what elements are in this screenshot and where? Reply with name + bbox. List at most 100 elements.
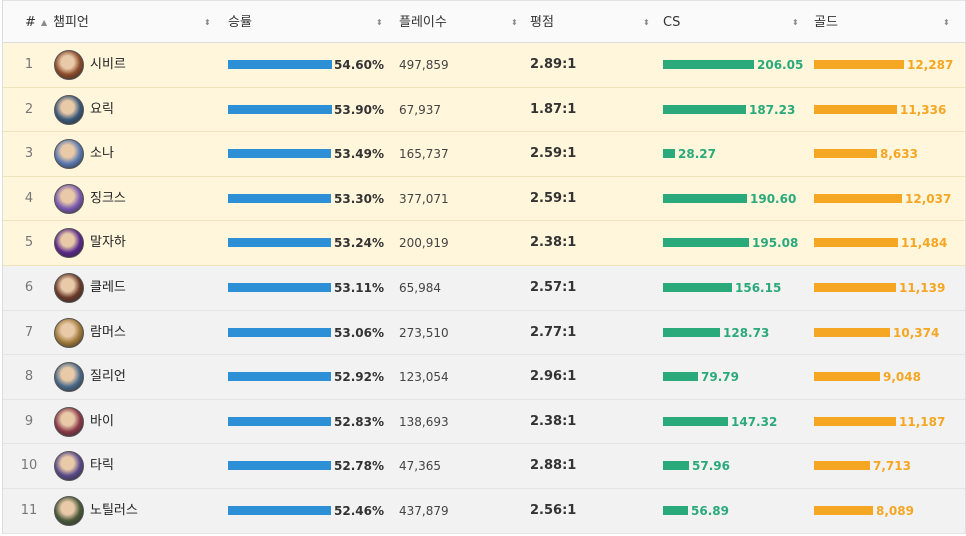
gold-value: 11,336	[900, 102, 947, 117]
champion-name[interactable]: 말자하	[90, 221, 126, 265]
gold-bar	[814, 104, 897, 114]
header-champion[interactable]: 챔피언	[53, 1, 89, 44]
table-row[interactable]: 4 징크스 53.30% 377,071 2.59:1 190.60 12,03…	[3, 176, 965, 222]
champion-avatar-icon[interactable]	[54, 317, 84, 348]
header-gold[interactable]: 골드	[814, 1, 838, 44]
gold-value: 12,037	[905, 191, 952, 206]
cs-bar	[663, 60, 754, 69]
winrate-value: 53.24%	[334, 236, 384, 251]
sort-icon[interactable]: ⬍	[511, 1, 518, 44]
champion-name[interactable]: 람머스	[90, 311, 126, 355]
table-row[interactable]: 8 질리언 52.92% 123,054 2.96:1 79.79 9,048	[3, 355, 965, 400]
cs-bar	[663, 372, 698, 382]
cs-value: 28.27	[678, 147, 716, 162]
sort-icon[interactable]: ⬍	[204, 1, 211, 44]
cs-value: 206.05	[757, 58, 804, 72]
champion-stats-table: # ▲ 챔피언 ⬍ 승률 ⬍ 플레이수 ⬍ 평점 ⬍ CS ⬍ 골드 ⬍ 1 시…	[2, 0, 966, 534]
rank-number: 9	[24, 413, 34, 429]
table-row[interactable]: 5 말자하 53.24% 200,919 2.38:1 195.08 11,48…	[3, 221, 965, 266]
sort-icon[interactable]: ⬍	[376, 1, 383, 44]
plays-value: 437,879	[399, 503, 449, 518]
cs-bar	[663, 282, 732, 292]
champion-avatar-icon[interactable]	[54, 495, 84, 526]
champion-avatar-icon[interactable]	[54, 451, 84, 482]
champion-avatar-icon[interactable]	[54, 139, 84, 170]
champion-avatar-icon[interactable]	[54, 362, 84, 393]
rank-number: 11	[20, 502, 38, 518]
kda-value: 2.96:1	[530, 369, 577, 385]
plays-value: 273,510	[399, 325, 449, 340]
champion-name[interactable]: 노틸러스	[90, 489, 138, 533]
gold-bar	[814, 461, 870, 471]
winrate-bar	[228, 505, 331, 515]
champion-name[interactable]: 징크스	[90, 177, 126, 221]
cs-value: 57.96	[692, 459, 730, 474]
champion-avatar-icon[interactable]	[54, 228, 84, 259]
header-winrate[interactable]: 승률	[228, 1, 252, 44]
champion-avatar-icon[interactable]	[54, 50, 84, 80]
kda-value: 2.89:1	[530, 57, 577, 72]
plays-value: 200,919	[399, 236, 449, 251]
cs-bar	[663, 505, 688, 515]
sort-icon[interactable]: ▲	[41, 1, 47, 44]
cs-value: 187.23	[749, 102, 796, 117]
champion-avatar-icon[interactable]	[54, 183, 84, 214]
table-row[interactable]: 9 바이 52.83% 138,693 2.38:1 147.32 11,187	[3, 399, 965, 445]
winrate-value: 53.06%	[334, 325, 384, 340]
header-cs[interactable]: CS	[663, 1, 680, 44]
gold-value: 8,089	[876, 503, 914, 518]
champion-avatar-icon[interactable]	[54, 94, 84, 125]
cs-value: 195.08	[752, 236, 799, 251]
table-row[interactable]: 11 노틸러스 52.46% 437,879 2.56:1 56.89 8,08…	[3, 488, 965, 534]
winrate-value: 52.92%	[334, 370, 384, 385]
winrate-value: 54.60%	[334, 58, 384, 72]
winrate-value: 52.46%	[334, 503, 384, 518]
gold-bar	[814, 327, 890, 337]
champion-name[interactable]: 클레드	[90, 266, 126, 310]
table-row[interactable]: 1 시비르 54.60% 497,859 2.89:1 206.05 12,28…	[3, 43, 965, 88]
rank-number: 2	[24, 101, 34, 117]
champion-name[interactable]: 질리언	[90, 355, 126, 399]
champion-name[interactable]: 시비르	[90, 43, 126, 87]
champion-avatar-icon[interactable]	[54, 272, 84, 303]
winrate-value: 52.83%	[334, 414, 384, 429]
table-row[interactable]: 2 요릭 53.90% 67,937 1.87:1 187.23 11,336	[3, 87, 965, 133]
gold-value: 11,484	[901, 236, 948, 251]
gold-value: 12,287	[907, 58, 954, 72]
winrate-bar	[228, 416, 331, 426]
header-kda[interactable]: 평점	[530, 1, 554, 44]
winrate-bar	[228, 372, 331, 382]
table-row[interactable]: 10 타릭 52.78% 47,365 2.88:1 57.96 7,713	[3, 444, 965, 489]
winrate-bar	[228, 238, 331, 248]
champion-name[interactable]: 소나	[90, 132, 114, 176]
table-row[interactable]: 3 소나 53.49% 165,737 2.59:1 28.27 8,633	[3, 132, 965, 177]
winrate-value: 53.30%	[334, 191, 384, 206]
plays-value: 138,693	[399, 414, 449, 429]
rank-number: 1	[24, 57, 34, 72]
rank-number: 3	[24, 146, 34, 162]
table-row[interactable]: 6 클레드 53.11% 65,984 2.57:1 156.15 11,139	[3, 265, 965, 311]
plays-value: 123,054	[399, 370, 449, 385]
rank-number: 6	[24, 279, 34, 295]
table-row[interactable]: 7 람머스 53.06% 273,510 2.77:1 128.73 10,37…	[3, 310, 965, 356]
gold-bar	[814, 282, 896, 292]
sort-icon[interactable]: ⬍	[643, 1, 650, 44]
header-rank[interactable]: #	[25, 1, 36, 44]
champion-avatar-icon[interactable]	[54, 406, 84, 437]
sort-icon[interactable]: ⬍	[943, 1, 950, 44]
champion-name[interactable]: 타릭	[90, 444, 114, 488]
winrate-value: 53.11%	[334, 280, 384, 295]
winrate-bar	[228, 282, 331, 292]
cs-bar	[663, 327, 720, 337]
champion-name[interactable]: 바이	[90, 400, 114, 444]
cs-bar	[663, 416, 728, 426]
plays-value: 65,984	[399, 280, 441, 295]
winrate-bar	[228, 104, 332, 114]
header-plays[interactable]: 플레이수	[399, 1, 447, 44]
cs-value: 79.79	[701, 370, 739, 385]
kda-value: 2.59:1	[530, 190, 577, 206]
gold-value: 9,048	[883, 370, 921, 385]
gold-value: 8,633	[880, 147, 918, 162]
sort-icon[interactable]: ⬍	[792, 1, 799, 44]
champion-name[interactable]: 요릭	[90, 88, 114, 132]
